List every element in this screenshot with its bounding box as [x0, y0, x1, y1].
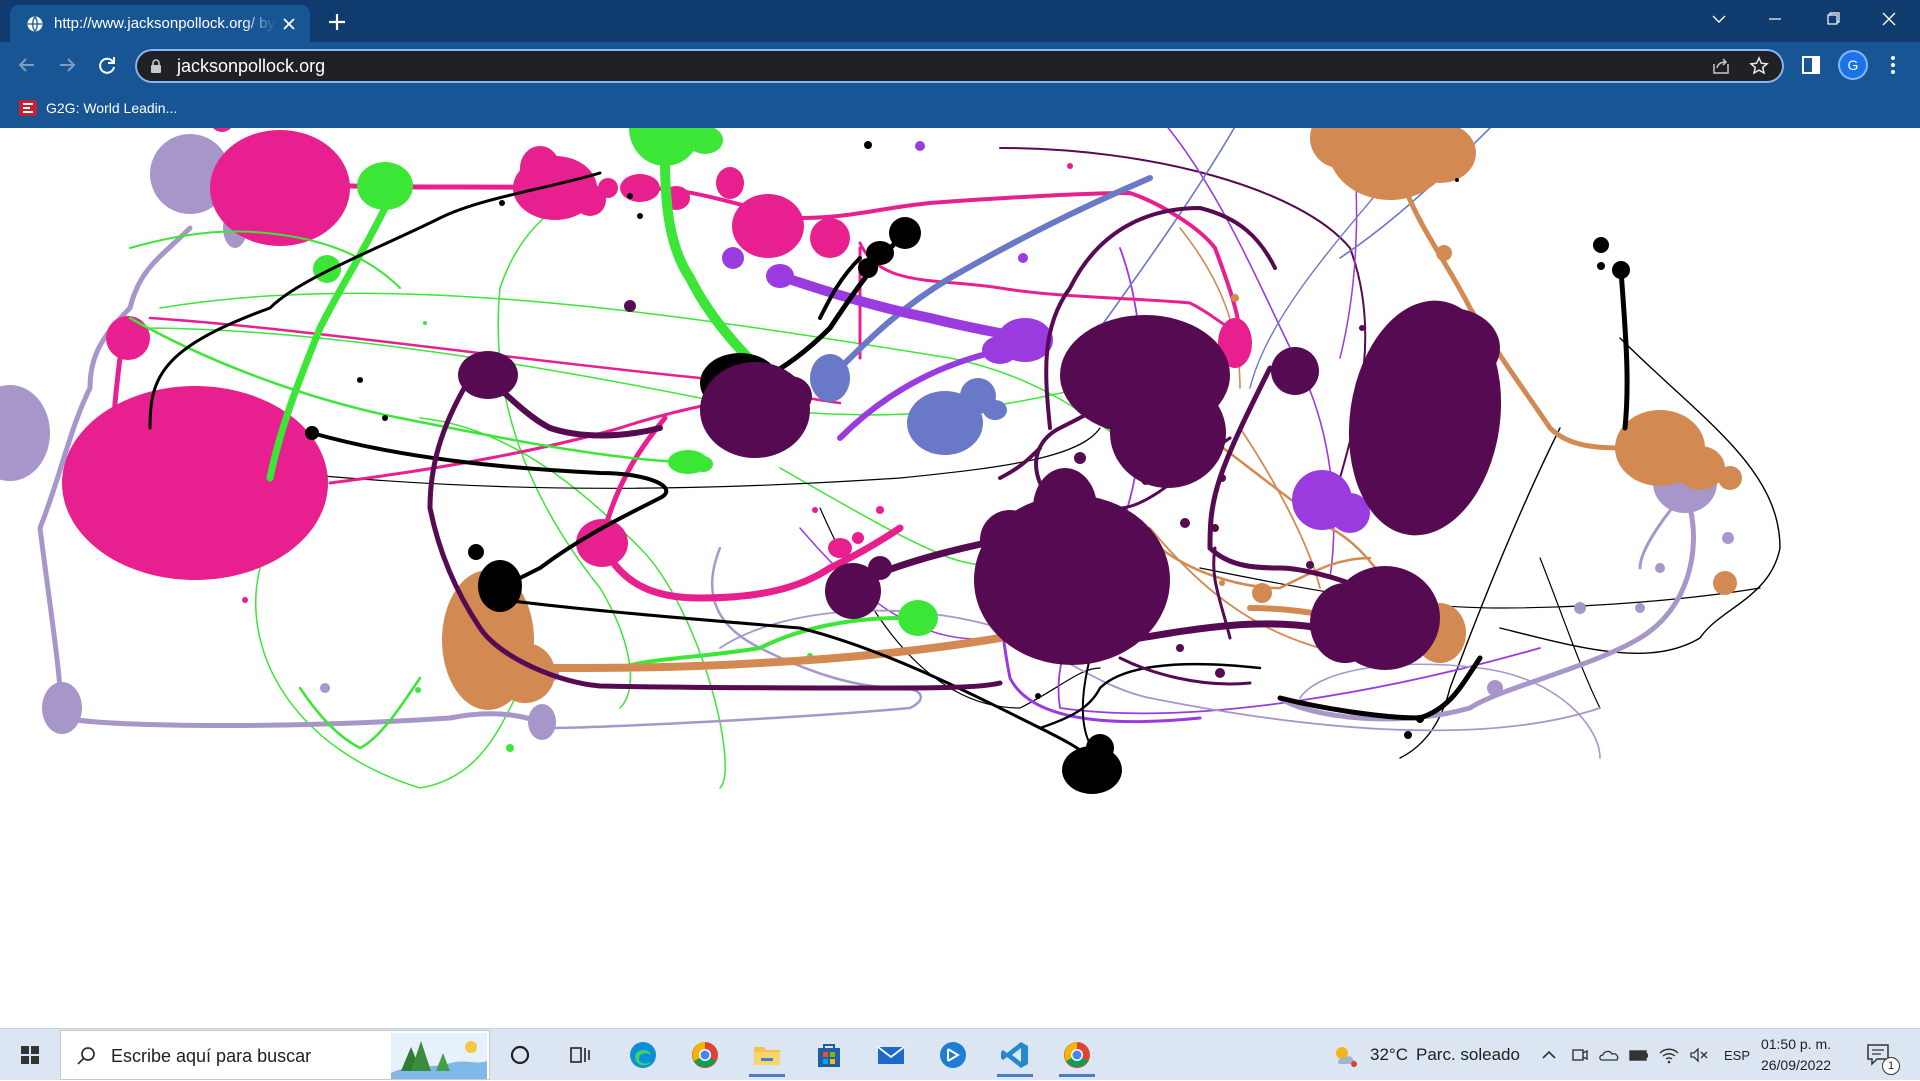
taskbar-file-explorer[interactable]: [743, 1033, 791, 1077]
side-panel-icon[interactable]: [1800, 54, 1822, 76]
battery-icon[interactable]: [1628, 1045, 1650, 1065]
chrome-icon: [692, 1042, 718, 1068]
tab-title: http://www.jacksonpollock.org/ by Miltos…: [54, 15, 276, 32]
reload-icon[interactable]: [92, 50, 122, 80]
tab-search-chevron-icon[interactable]: [1696, 0, 1742, 40]
taskbar-chrome-active[interactable]: [1053, 1033, 1101, 1077]
url-text[interactable]: jacksonpollock.org: [177, 56, 325, 76]
vscode-icon: [1001, 1042, 1028, 1068]
g2g-logo-icon: [19, 100, 37, 116]
taskbar-chrome[interactable]: [681, 1033, 729, 1077]
browser-toolbar: jacksonpollock.org G: [0, 42, 1920, 88]
notification-count: 1: [1882, 1057, 1900, 1075]
chevron-up-icon[interactable]: [1540, 1046, 1558, 1064]
weather-widget[interactable]: 32°C Parc. soleado: [1330, 1029, 1520, 1081]
windows-taskbar: Escribe aquí para buscar 32°C Parc. sole…: [0, 1028, 1920, 1080]
bookmark-label: G2G: World Leadin...: [46, 100, 178, 116]
taskbar-store[interactable]: [805, 1033, 853, 1077]
back-icon[interactable]: [12, 50, 42, 80]
bookmarks-bar: G2G: World Leadin...: [0, 88, 1920, 128]
task-view-icon: [570, 1047, 590, 1063]
taskbar-edge[interactable]: [619, 1033, 667, 1077]
search-highlight-illustration: [391, 1033, 487, 1079]
pollock-canvas[interactable]: [0, 128, 1920, 1028]
onedrive-icon[interactable]: [1598, 1045, 1620, 1065]
taskbar-search-box[interactable]: Escribe aquí para buscar: [60, 1030, 490, 1080]
partly-sunny-icon: [1336, 1047, 1357, 1067]
bookmark-g2g[interactable]: G2G: World Leadin...: [18, 97, 177, 119]
search-placeholder: Escribe aquí para buscar: [111, 1046, 312, 1066]
windows-start-icon[interactable]: [0, 1029, 60, 1081]
forward-icon[interactable]: [52, 50, 82, 80]
address-bar[interactable]: jacksonpollock.org: [135, 49, 1784, 83]
taskbar-vscode[interactable]: [991, 1033, 1039, 1077]
weather-condition: Parc. soleado: [1415, 1045, 1520, 1064]
wifi-icon[interactable]: [1658, 1045, 1680, 1065]
tray-icons: ESP: [1540, 1029, 1750, 1081]
more-menu-icon[interactable]: [1886, 53, 1900, 77]
share-icon[interactable]: [1711, 56, 1731, 76]
search-icon: [77, 1047, 95, 1065]
globe-icon: [27, 16, 43, 32]
task-view-button[interactable]: [556, 1033, 604, 1077]
edge-icon: [630, 1042, 656, 1068]
mail-icon: [877, 1046, 905, 1064]
weather-temp: 32°C: [1370, 1045, 1408, 1064]
speaker-muted-icon[interactable]: [1688, 1045, 1710, 1065]
bookmark-star-icon[interactable]: [1749, 56, 1769, 76]
clock-date: 26/09/2022: [1760, 1057, 1832, 1073]
file-explorer-icon: [754, 1047, 780, 1065]
input-language[interactable]: ESP: [1724, 1048, 1750, 1063]
browser-tab[interactable]: http://www.jacksonpollock.org/ by Miltos…: [10, 5, 310, 42]
paint-drawing[interactable]: [0, 128, 1920, 1028]
clock-time: 01:50 p. m.: [1760, 1036, 1832, 1052]
meet-now-icon[interactable]: [1570, 1045, 1590, 1065]
cortana-icon: [510, 1045, 530, 1065]
system-clock[interactable]: 01:50 p. m. 26/09/2022: [1756, 1034, 1836, 1076]
browser-titlebar: http://www.jacksonpollock.org/ by Miltos…: [0, 0, 1920, 42]
minimize-icon[interactable]: [1752, 0, 1798, 40]
lock-icon[interactable]: [149, 58, 163, 74]
chrome-icon: [1064, 1042, 1090, 1068]
taskbar-mail[interactable]: [867, 1033, 915, 1077]
notification-center[interactable]: 1: [1864, 1029, 1900, 1081]
store-icon: [818, 1044, 840, 1067]
cortana-button[interactable]: [496, 1033, 544, 1077]
close-window-icon[interactable]: [1866, 0, 1912, 40]
tab-close-icon[interactable]: [280, 15, 298, 33]
new-tab-icon[interactable]: [324, 9, 350, 35]
profile-avatar[interactable]: G: [1840, 52, 1866, 78]
taskbar-app[interactable]: [929, 1033, 977, 1077]
restore-icon[interactable]: [1810, 0, 1856, 40]
app-icon: [940, 1042, 966, 1068]
